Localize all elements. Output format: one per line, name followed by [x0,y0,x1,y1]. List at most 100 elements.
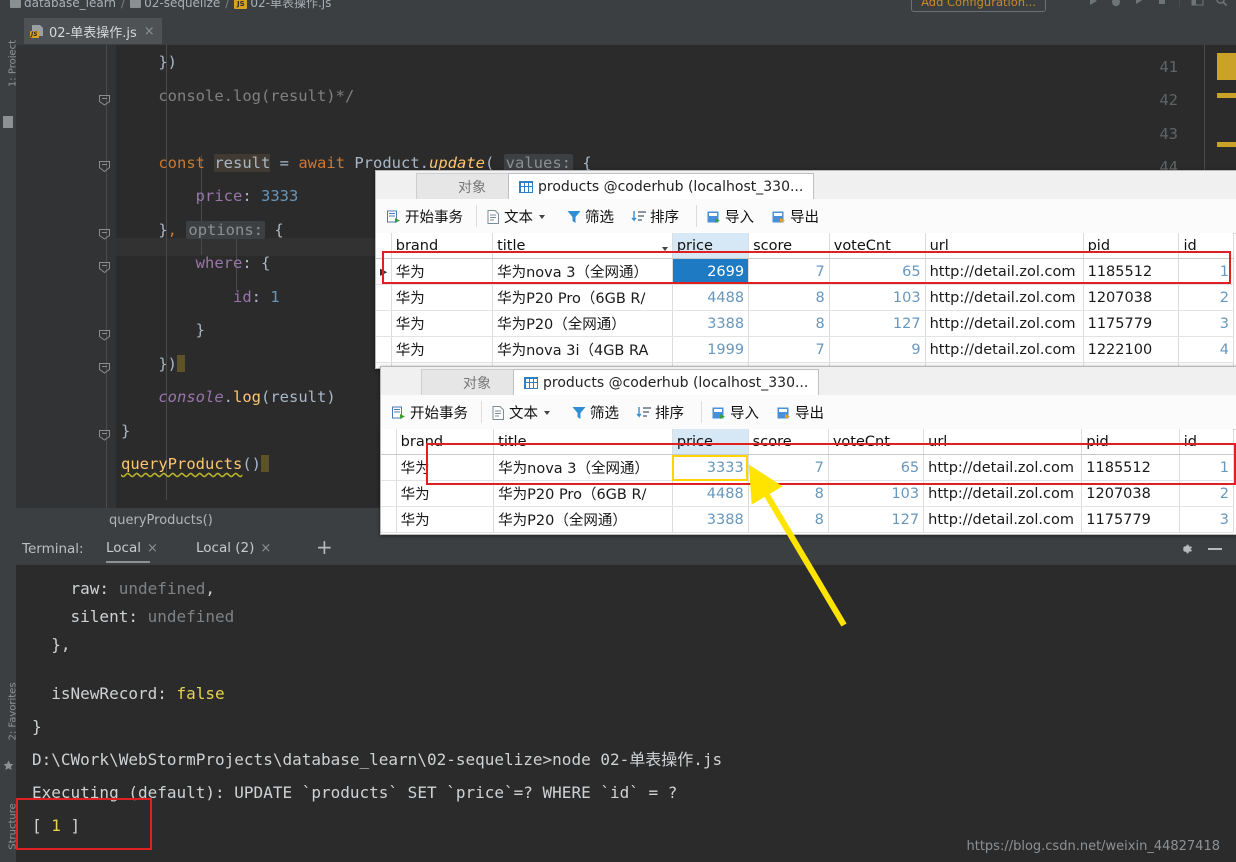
layout-icon[interactable] [1191,0,1204,7]
close-icon[interactable]: × [260,541,271,556]
cell-title[interactable]: 华为P20 Pro（6GB R/ [492,284,673,311]
column-header-voteCnt[interactable]: voteCnt [828,429,925,455]
close-icon[interactable]: × [147,541,158,556]
cell-url[interactable]: http://detail.zol.com [925,336,1084,363]
new-terminal-tab-button[interactable]: + [316,537,333,557]
cell-voteCnt[interactable]: 9 [829,336,926,363]
cell-id[interactable]: 1 [1179,454,1235,481]
column-header-url[interactable]: url [925,233,1084,259]
table-row[interactable]: 华为 华为P20 Pro（6GB R/ 4488 8 103 http://de… [376,284,1234,311]
navicat-tab-products[interactable]: products @coderhub (localhost_330... [508,173,815,200]
column-header-score[interactable]: score [748,233,830,259]
cell-title[interactable]: 华为P20 Pro（6GB R/ [493,480,673,507]
navicat-toolbar[interactable]: 开始事务 文本 筛选 排序 导入 导出 [376,199,1236,234]
cell-pid[interactable]: 1175779 [1083,310,1180,337]
column-header-score[interactable]: score [748,429,829,455]
cell-url[interactable]: http://detail.zol.com [923,506,1083,533]
cell-pid[interactable]: 1185512 [1083,258,1180,285]
cell-price-updated[interactable]: 3333 [672,454,749,481]
close-icon[interactable]: × [144,24,155,39]
cell-brand[interactable]: 华为 [396,454,495,481]
cell-id[interactable]: 2 [1178,284,1234,311]
cell-title[interactable]: 华为nova 3i（4GB RA [492,336,673,363]
fold-marker-collapse[interactable] [98,93,111,106]
gear-icon[interactable] [1178,541,1194,561]
begin-transaction-button[interactable]: 开始事务 [386,206,463,227]
fold-marker-collapse[interactable] [98,328,111,341]
terminal-output[interactable]: raw: undefined, silent: undefined }, isN… [16,565,1236,862]
breadcrumb-item-1[interactable]: 02-sequelize [144,0,220,10]
search-icon[interactable] [1215,0,1228,7]
warning-marker[interactable] [1217,53,1236,80]
column-header-brand[interactable]: brand [396,429,495,455]
warning-marker[interactable] [1217,142,1236,147]
cell-id[interactable]: 2 [1179,480,1235,507]
editor-tab-02-单表操作-js[interactable]: JS 02-单表操作.js × [24,18,162,44]
export-button[interactable]: 导出 [771,206,819,227]
sort-button[interactable]: 排序 [636,402,684,423]
run-toolbar[interactable] [1087,0,1228,7]
cell-url[interactable]: http://detail.zol.com [925,258,1084,285]
fold-marker-collapse[interactable] [98,160,111,173]
cell-score[interactable]: 7 [748,258,830,285]
navicat-window-before[interactable]: 对象 products @coderhub (localhost_330... … [375,170,1236,369]
column-header-brand[interactable]: brand [391,233,494,259]
debug-icon[interactable] [1110,0,1122,7]
cell-voteCnt[interactable]: 103 [829,284,926,311]
column-header-title[interactable]: title [493,429,673,455]
fold-marker-collapse[interactable] [98,227,111,240]
cell-brand[interactable]: 华为 [396,506,495,533]
cell-brand[interactable]: 华为 [391,284,494,311]
cell-brand[interactable]: 华为 [391,310,494,337]
cell-pid[interactable]: 1222100 [1083,336,1180,363]
fold-marker-collapse[interactable] [98,361,111,374]
cell-price[interactable]: 3388 [672,506,749,533]
cell-price-selected[interactable]: 2699 [672,258,750,285]
run-icon[interactable] [1087,0,1099,7]
column-header-voteCnt[interactable]: voteCnt [829,233,926,259]
cell-url[interactable]: http://detail.zol.com [923,454,1083,481]
cell-pid[interactable]: 1207038 [1081,480,1180,507]
cell-price[interactable]: 4488 [672,480,749,507]
begin-transaction-button[interactable]: 开始事务 [391,402,468,423]
add-configuration-button[interactable]: Add Configuration... [911,0,1046,12]
warning-marker[interactable] [1217,93,1236,98]
cell-price[interactable]: 1999 [672,336,750,363]
run-coverage-icon[interactable] [1133,0,1145,7]
filter-button[interactable]: 筛选 [566,206,614,227]
cell-title[interactable]: 华为P20（全网通） [493,506,673,533]
column-header-id[interactable]: id [1179,429,1235,455]
cell-brand[interactable]: 华为 [391,336,494,363]
cell-pid[interactable]: 1207038 [1083,284,1180,311]
terminal-tab-local-2[interactable]: Local (2) × [196,540,271,556]
cell-id[interactable]: 4 [1178,336,1234,363]
cell-price[interactable]: 4488 [672,284,750,311]
column-header-price[interactable]: price [672,233,750,259]
cell-brand[interactable]: 华为 [396,480,495,507]
cell-pid[interactable]: 1185512 [1081,454,1180,481]
cell-id[interactable]: 3 [1179,506,1235,533]
chevron-down-icon[interactable] [661,246,668,251]
terminal-panel[interactable]: Terminal: Local × Local (2) × + raw: und… [16,533,1236,862]
cell-pid[interactable]: 1175779 [1081,506,1180,533]
chevron-down-icon[interactable] [544,410,550,415]
cell-url[interactable]: http://detail.zol.com [925,310,1084,337]
cell-voteCnt[interactable]: 127 [829,310,926,337]
import-button[interactable]: 导入 [711,402,759,423]
cell-title[interactable]: 华为P20（全网通） [492,310,673,337]
column-header-price[interactable]: price [672,429,749,455]
text-button[interactable]: 文本 [486,206,545,227]
breadcrumb-item-0[interactable]: database_learn [24,0,116,10]
terminal-tab-local[interactable]: Local × [106,540,158,563]
cell-title[interactable]: 华为nova 3（全网通） [492,258,673,285]
filter-button[interactable]: 筛选 [571,402,619,423]
column-header-pid[interactable]: pid [1083,233,1180,259]
breadcrumb[interactable]: database_learn / 02-sequelize / JS 02-单表操作.js [10,0,331,11]
cell-voteCnt[interactable]: 65 [829,258,926,285]
breadcrumb-item-2[interactable]: 02-单表操作.js [250,0,331,10]
fold-marker-collapse[interactable] [98,428,111,441]
stop-icon[interactable] [1156,0,1168,7]
column-header-pid[interactable]: pid [1081,429,1180,455]
text-button[interactable]: 文本 [491,402,550,423]
cell-score[interactable]: 8 [748,284,830,311]
